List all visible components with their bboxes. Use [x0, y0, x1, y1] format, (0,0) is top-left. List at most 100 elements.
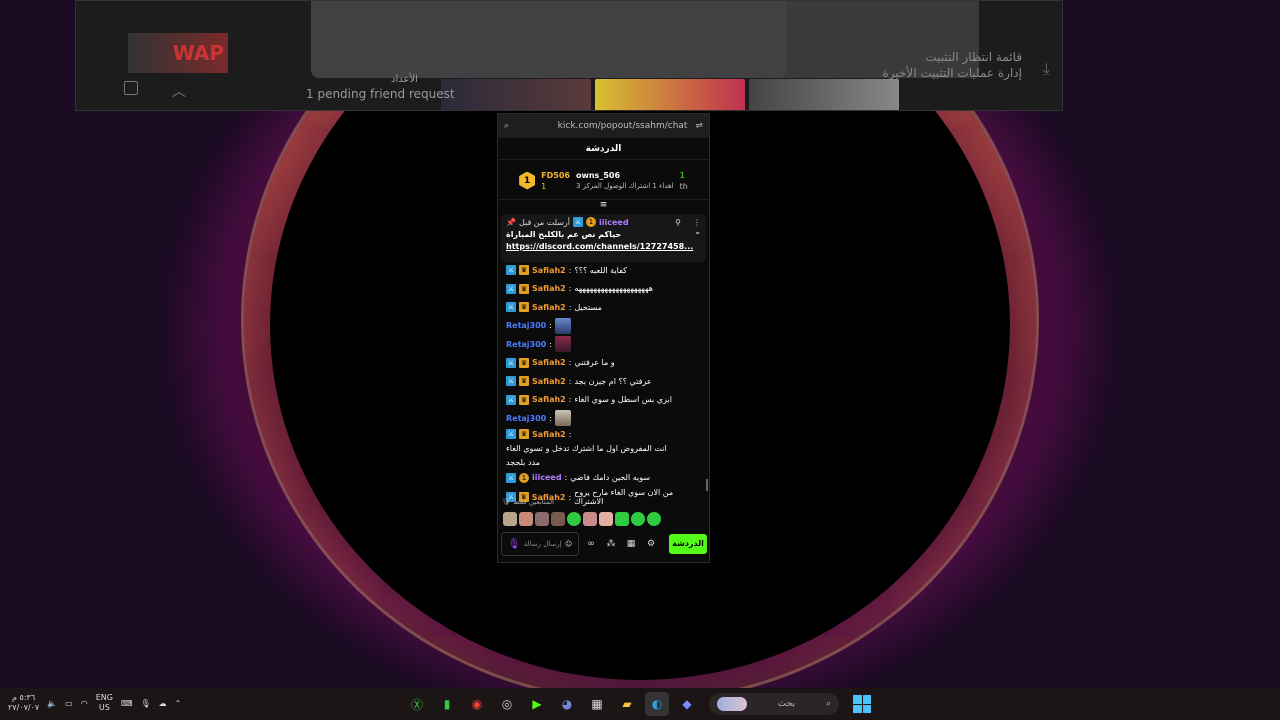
- chevron-up-icon[interactable]: ︿: [172, 81, 186, 101]
- crown-badge-icon: ♛: [519, 394, 529, 405]
- mod-badge-icon: ⚔: [506, 265, 516, 276]
- emote-button[interactable]: [567, 512, 581, 526]
- chrome-icon[interactable]: ◉: [465, 692, 489, 716]
- emote-button[interactable]: [503, 512, 517, 526]
- copilot-icon[interactable]: ◆: [675, 692, 699, 716]
- emote-button[interactable]: [631, 512, 645, 526]
- message-user[interactable]: Safiah2: [532, 358, 566, 367]
- share-icon[interactable]: ⁂: [603, 536, 619, 552]
- message-user[interactable]: Safiah2: [532, 266, 566, 275]
- kick-icon[interactable]: ▶: [525, 692, 549, 716]
- leader-user2[interactable]: owns_506: [576, 170, 674, 181]
- chat-input[interactable]: 🎙 إرسال رسالة ☺: [501, 532, 579, 556]
- mic-icon[interactable]: 🎙: [508, 539, 521, 550]
- emote-button[interactable]: [519, 512, 533, 526]
- pinned-user[interactable]: iiiceed: [599, 218, 629, 227]
- emote-button[interactable]: [599, 512, 613, 526]
- xbox-icon[interactable]: Ⓧ: [405, 692, 429, 716]
- message-user[interactable]: Retaj300: [506, 321, 546, 330]
- thumbnail[interactable]: [595, 79, 745, 110]
- settings-sliders-icon[interactable]: ⇌: [695, 121, 703, 131]
- emote-row: [503, 512, 661, 526]
- system-tray: ٥:٣٦ م ٢٧/٠٧/٠٧ 🔈 ▭ ◠ ENG US ⌨ 🎙 ☁ ⌃: [8, 693, 181, 713]
- chevron-down-icon[interactable]: ⌄: [694, 227, 701, 239]
- windows-start-icon[interactable]: [853, 695, 871, 713]
- thumbnail[interactable]: [441, 79, 591, 110]
- folder-icon[interactable]: ▰: [615, 692, 639, 716]
- scrollbar[interactable]: [706, 479, 708, 491]
- calculator-icon[interactable]: ▦: [585, 692, 609, 716]
- emoji-icon[interactable]: ☺: [565, 540, 572, 548]
- message-user[interactable]: iiiceed: [532, 473, 562, 482]
- edge-icon[interactable]: ◐: [645, 692, 669, 716]
- chat-message[interactable]: ⚔ ♛ Safiah2: عرفتي ؟؟ ام جيزن بجد: [498, 373, 711, 390]
- collapse-icon[interactable]: ≡: [498, 200, 709, 210]
- chat-message[interactable]: ⚔ ♛ Safiah2: مستحيل: [498, 299, 711, 316]
- install-queue[interactable]: قائمة انتظار التثبيت إدارة عمليات التثبي…: [882, 49, 1022, 81]
- pinned-text: حياكم نص عم بالكلبح المباراة: [506, 230, 622, 239]
- keyboard-icon[interactable]: ⌨: [121, 699, 133, 708]
- message-user[interactable]: Safiah2: [532, 395, 566, 404]
- message-user[interactable]: Safiah2: [532, 284, 566, 293]
- badge-icon: 1: [586, 217, 597, 227]
- store-icon[interactable]: ▦: [623, 536, 639, 552]
- url-text[interactable]: kick.com/popout/ssahm/chat: [509, 121, 695, 131]
- emote-button[interactable]: [583, 512, 597, 526]
- message-user[interactable]: Safiah2: [532, 303, 566, 312]
- discord-icon[interactable]: ◕: [555, 692, 579, 716]
- mic-icon[interactable]: 🎙: [140, 699, 150, 708]
- background-window: WAP الأعداد 1 pending friend request ︿ ق…: [75, 0, 1063, 111]
- chat-message[interactable]: ⚔ ♛ Safiah2: انت المفروض اول ما اشترك تدخل …: [498, 429, 711, 468]
- volume-icon[interactable]: 🔈: [47, 699, 57, 708]
- message-text: عرفتي ؟؟ ام جيزن بجد: [574, 376, 652, 386]
- steam-icon[interactable]: ◎: [495, 692, 519, 716]
- thumbnail-label: WAP: [172, 41, 224, 65]
- emote-button[interactable]: [615, 512, 629, 526]
- gear-icon[interactable]: ⚙: [643, 536, 659, 552]
- friend-request-text[interactable]: 1 pending friend request: [306, 87, 455, 101]
- chat-message[interactable]: Retaj300:: [498, 410, 711, 427]
- pinned-link[interactable]: https://discord.com/channels/12727458...: [506, 242, 701, 251]
- thumbnail[interactable]: [749, 79, 899, 110]
- chat-message[interactable]: ⚔ ♛ Safiah2: ههههههههههههههههههههه: [498, 281, 711, 298]
- mod-badge-icon: ⚔: [506, 376, 516, 387]
- message-text: مستحيل: [574, 302, 602, 312]
- chevron-up-icon[interactable]: ⌃: [175, 699, 182, 708]
- leader-user1-sub: 1: [541, 181, 547, 191]
- emote-button[interactable]: [551, 512, 565, 526]
- followers-only-text: المتابعين فقط: [513, 498, 555, 506]
- url-bar[interactable]: ⌕ kick.com/popout/ssahm/chat ⇌: [498, 114, 709, 138]
- chat-message[interactable]: ⚔ ♛ Safiah2: ابزي بس اسطل و سوي الغاء: [498, 392, 711, 409]
- chat-message[interactable]: ⚔ ♛ Safiah2: كفاية اللعبه ؟؟؟: [498, 262, 711, 279]
- language-indicator[interactable]: ENG US: [96, 693, 113, 713]
- emote-button[interactable]: [535, 512, 549, 526]
- message-user[interactable]: Safiah2: [532, 429, 566, 440]
- message-list: ⚔ ♛ Safiah2: كفاية اللعبه ؟؟؟ ⚔ ♛ Safiah2: ههه…: [498, 262, 711, 508]
- more-options-icon[interactable]: ⋮: [693, 218, 701, 227]
- cloud-icon[interactable]: ☁: [159, 699, 167, 708]
- leader-user1[interactable]: FD506: [541, 170, 570, 181]
- crown-badge-icon: ♛: [519, 265, 529, 276]
- pin-icon[interactable]: ⚲: [675, 218, 681, 227]
- battery-icon[interactable]: ▭: [65, 699, 73, 708]
- emote-button[interactable]: [647, 512, 661, 526]
- taskbar-search[interactable]: بحث ⌕: [709, 693, 839, 715]
- clock[interactable]: ٥:٣٦ م ٢٧/٠٧/٠٧: [8, 693, 39, 713]
- pinned-label: أرسلت من قبل: [518, 217, 571, 227]
- mod-badge-icon: ⚔: [506, 302, 516, 313]
- send-button[interactable]: الدردشة: [669, 534, 707, 554]
- wifi-icon[interactable]: ◠: [81, 699, 88, 708]
- chat-message[interactable]: ⚔ ♛ Safiah2: و ما عرفتني: [498, 355, 711, 372]
- chat-message[interactable]: Retaj300:: [498, 336, 711, 353]
- link-icon[interactable]: ∞: [583, 536, 599, 552]
- download-icon[interactable]: ⤓: [1043, 59, 1050, 79]
- file-icon[interactable]: ▮: [435, 692, 459, 716]
- window-icon[interactable]: [124, 81, 138, 95]
- message-user[interactable]: Safiah2: [532, 377, 566, 386]
- message-user[interactable]: Retaj300: [506, 340, 546, 349]
- chat-message[interactable]: Retaj300:: [498, 317, 711, 335]
- emote-image: [554, 336, 571, 353]
- pinned-message[interactable]: 📌 أرسلت من قبل ⚔ 1 iiiceed ⚲ ⋮ حياكم نص …: [501, 214, 706, 262]
- message-user[interactable]: Retaj300: [506, 414, 546, 423]
- chat-message[interactable]: ⚔ 1 iiiceed: سويه الحين دامك فاضي: [498, 470, 711, 487]
